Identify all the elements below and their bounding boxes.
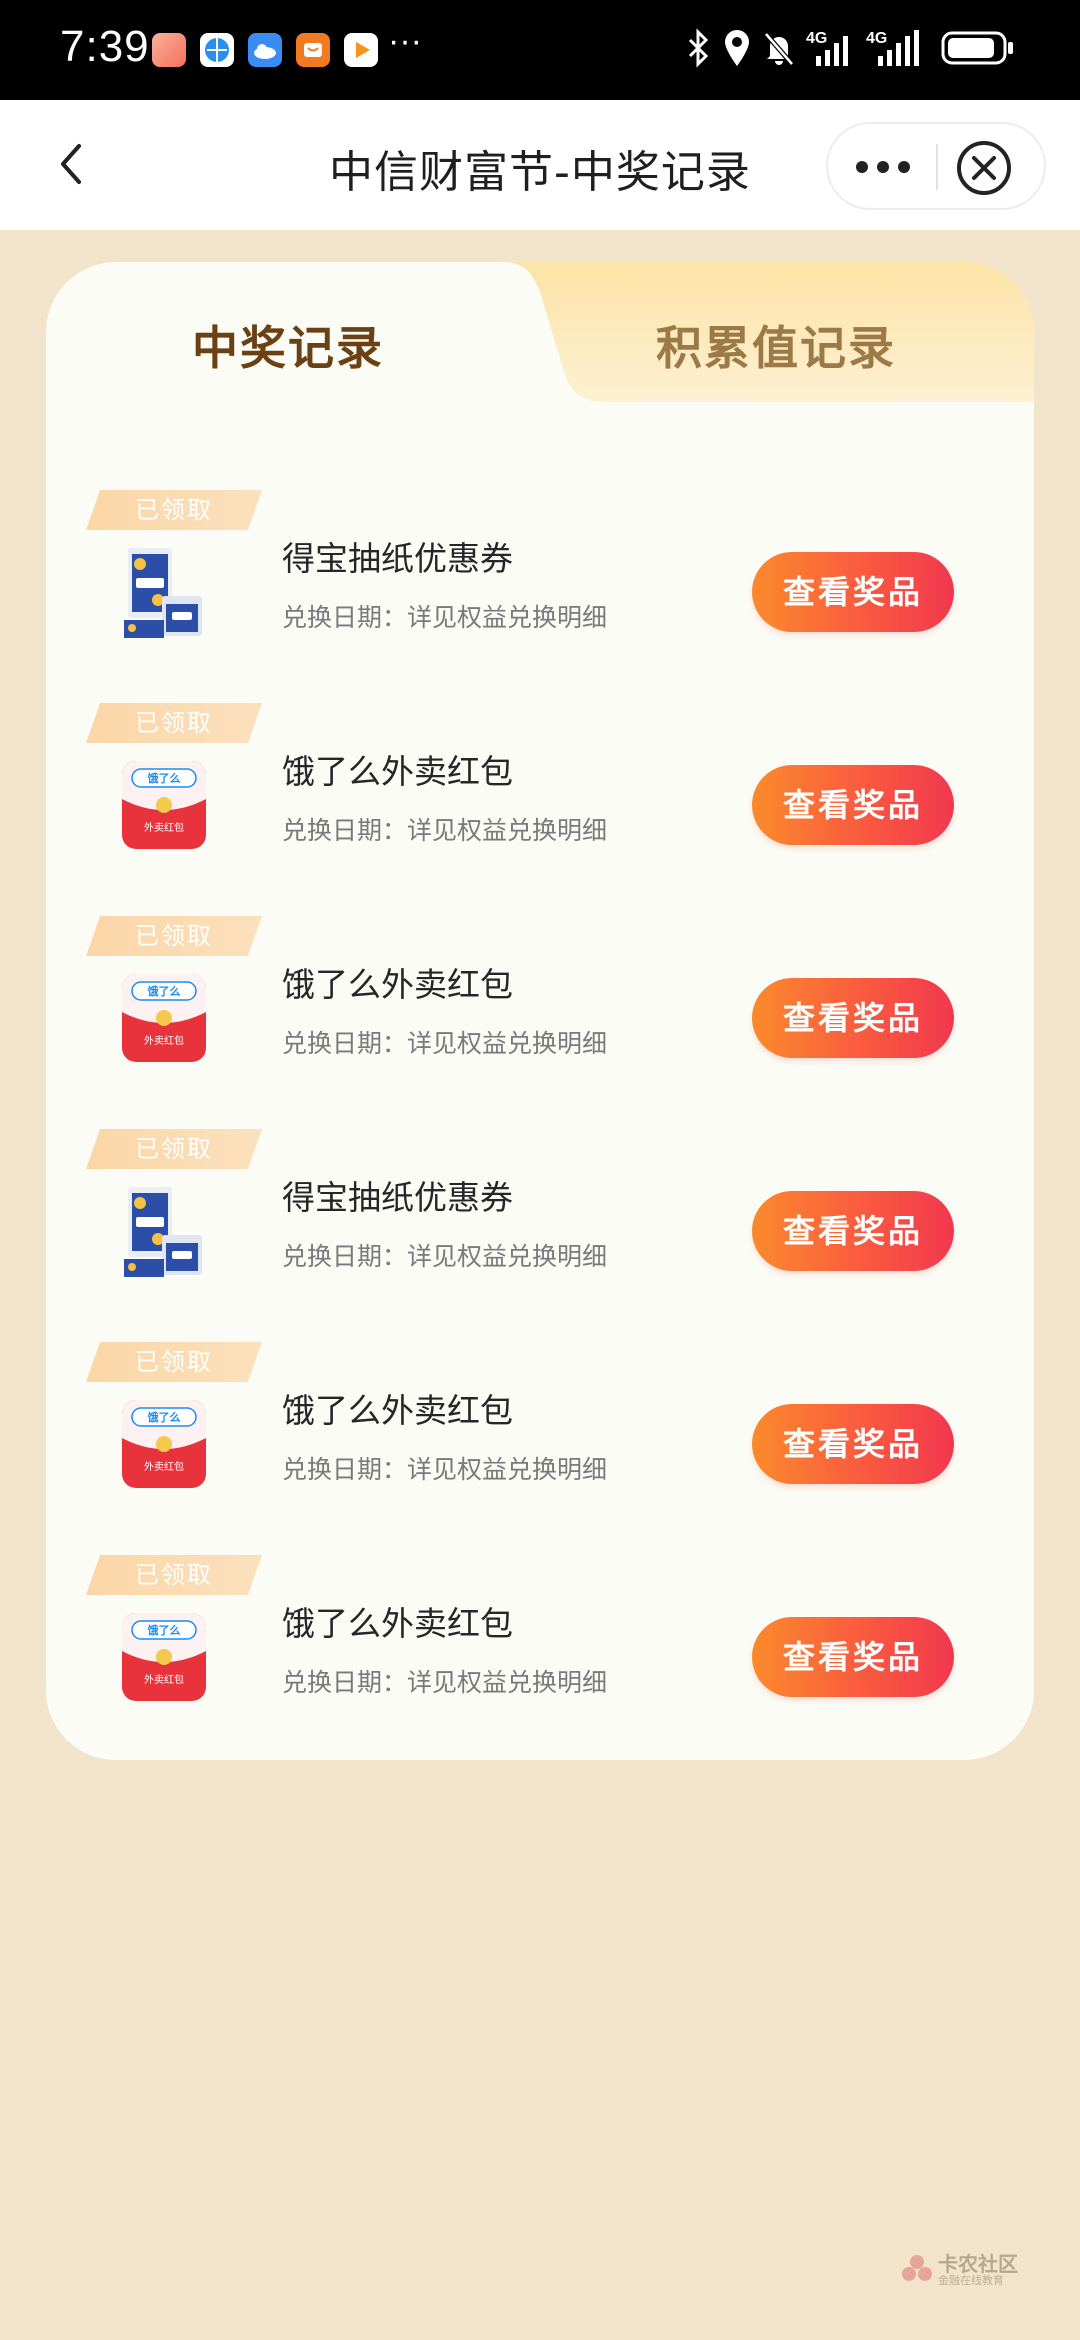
claimed-badge: 已领取 <box>86 1129 262 1169</box>
prize-name: 得宝抽纸优惠券 <box>282 539 513 578</box>
view-prize-button[interactable]: 查看奖品 <box>752 765 954 845</box>
envelope-label: 外卖红包 <box>144 1673 184 1686</box>
prize-item: 已领取 得宝抽纸优惠券 兑换日期：详见权益兑换明细 查看奖品 <box>46 1129 1034 1342</box>
status-bar: 7:39 ··· 4G 4G <box>0 0 1080 100</box>
red-envelope-icon: 饿了么 外卖红包 <box>122 974 206 1062</box>
prize-list: 已领取 得宝抽纸优惠券 兑换日期：详见权益兑换明细 查看奖品 已领取 饿了么 外… <box>46 442 1034 1760</box>
prize-item: 已领取 饿了么 外卖红包 饿了么外卖红包 兑换日期：详见权益兑换明细 查看奖品 <box>46 1342 1034 1555</box>
mini-program-capsule <box>826 122 1046 210</box>
capsule-divider <box>936 144 938 190</box>
prize-redeem-date: 兑换日期：详见权益兑换明细 <box>282 1242 608 1271</box>
more-notifications-indicator: ··· <box>388 22 422 60</box>
view-prize-button[interactable]: 查看奖品 <box>752 1191 954 1271</box>
prize-item: 已领取 饿了么 外卖红包 饿了么外卖红包 兑换日期：详见权益兑换明细 查看奖品 <box>46 916 1034 1129</box>
tissue-box-icon <box>124 1187 202 1277</box>
tab-points-records[interactable]: 积累值记录 <box>656 312 896 378</box>
prize-name: 饿了么外卖红包 <box>282 965 513 1004</box>
red-envelope-icon: 饿了么 外卖红包 <box>122 1613 206 1701</box>
prize-name: 饿了么外卖红包 <box>282 752 513 791</box>
prize-item: 已领取 饿了么 外卖红包 饿了么外卖红包 兑换日期：详见权益兑换明细 查看奖品 <box>46 703 1034 916</box>
mute-icon <box>764 32 794 66</box>
close-icon <box>957 141 1011 195</box>
status-time: 7:39 <box>60 22 150 71</box>
prize-name: 饿了么外卖红包 <box>282 1391 513 1430</box>
prize-name: 饿了么外卖红包 <box>282 1604 513 1643</box>
view-prize-button[interactable]: 查看奖品 <box>752 1404 954 1484</box>
weather-app-icon <box>248 33 282 67</box>
prize-name: 得宝抽纸优惠券 <box>282 1178 513 1217</box>
signal-icon <box>816 36 848 66</box>
watermark-subtitle: 金融在线教育 <box>938 2274 1004 2287</box>
battery-icon <box>941 31 1013 65</box>
more-button[interactable] <box>838 134 928 200</box>
view-prize-button[interactable]: 查看奖品 <box>752 978 954 1058</box>
prize-item: 已领取 得宝抽纸优惠券 兑换日期：详见权益兑换明细 查看奖品 <box>46 490 1034 703</box>
red-envelope-icon: 饿了么 外卖红包 <box>122 761 206 849</box>
envelope-logo-text: 饿了么 <box>147 1623 181 1637</box>
close-button[interactable] <box>954 138 1014 198</box>
prize-redeem-date: 兑换日期：详见权益兑换明细 <box>282 816 608 845</box>
browser-app-icon <box>200 33 234 67</box>
claimed-badge: 已领取 <box>86 1555 262 1595</box>
more-icon <box>856 161 910 173</box>
records-card: 中奖记录 积累值记录 已领取 得宝抽纸优惠券 兑换日期：详见权益兑换明细 查看奖… <box>46 262 1034 1760</box>
envelope-label: 外卖红包 <box>144 1034 184 1047</box>
claimed-badge: 已领取 <box>86 703 262 743</box>
red-envelope-icon: 饿了么 外卖红包 <box>122 1400 206 1488</box>
prize-redeem-date: 兑换日期：详见权益兑换明细 <box>282 1029 608 1058</box>
notes-app-icon <box>152 33 186 67</box>
nav-header: 中信财富节-中奖记录 <box>0 100 1080 230</box>
claimed-badge: 已领取 <box>86 916 262 956</box>
prize-redeem-date: 兑换日期：详见权益兑换明细 <box>282 1455 608 1484</box>
taobao-app-icon <box>296 33 330 67</box>
watermark: 卡农社区 金融在线教育 <box>900 2248 1030 2292</box>
signal-icon-2 <box>878 30 919 66</box>
kanong-logo-icon <box>902 2255 932 2281</box>
location-icon <box>725 30 749 66</box>
claimed-badge: 已领取 <box>86 490 262 530</box>
video-app-icon <box>344 33 378 67</box>
prize-redeem-date: 兑换日期：详见权益兑换明细 <box>282 1668 608 1697</box>
envelope-logo-text: 饿了么 <box>147 984 181 998</box>
tissue-box-icon <box>124 548 202 638</box>
tab-winning-records[interactable]: 中奖记录 <box>192 312 384 378</box>
envelope-label: 外卖红包 <box>144 1460 184 1473</box>
view-prize-button[interactable]: 查看奖品 <box>752 1617 954 1697</box>
prize-redeem-date: 兑换日期：详见权益兑换明细 <box>282 603 608 632</box>
envelope-logo-text: 饿了么 <box>147 1410 181 1424</box>
envelope-label: 外卖红包 <box>144 821 184 834</box>
prize-item: 已领取 饿了么 外卖红包 饿了么外卖红包 兑换日期：详见权益兑换明细 查看奖品 <box>46 1555 1034 1760</box>
envelope-logo-text: 饿了么 <box>147 771 181 785</box>
view-prize-button[interactable]: 查看奖品 <box>752 552 954 632</box>
bluetooth-icon <box>688 28 709 68</box>
claimed-badge: 已领取 <box>86 1342 262 1382</box>
